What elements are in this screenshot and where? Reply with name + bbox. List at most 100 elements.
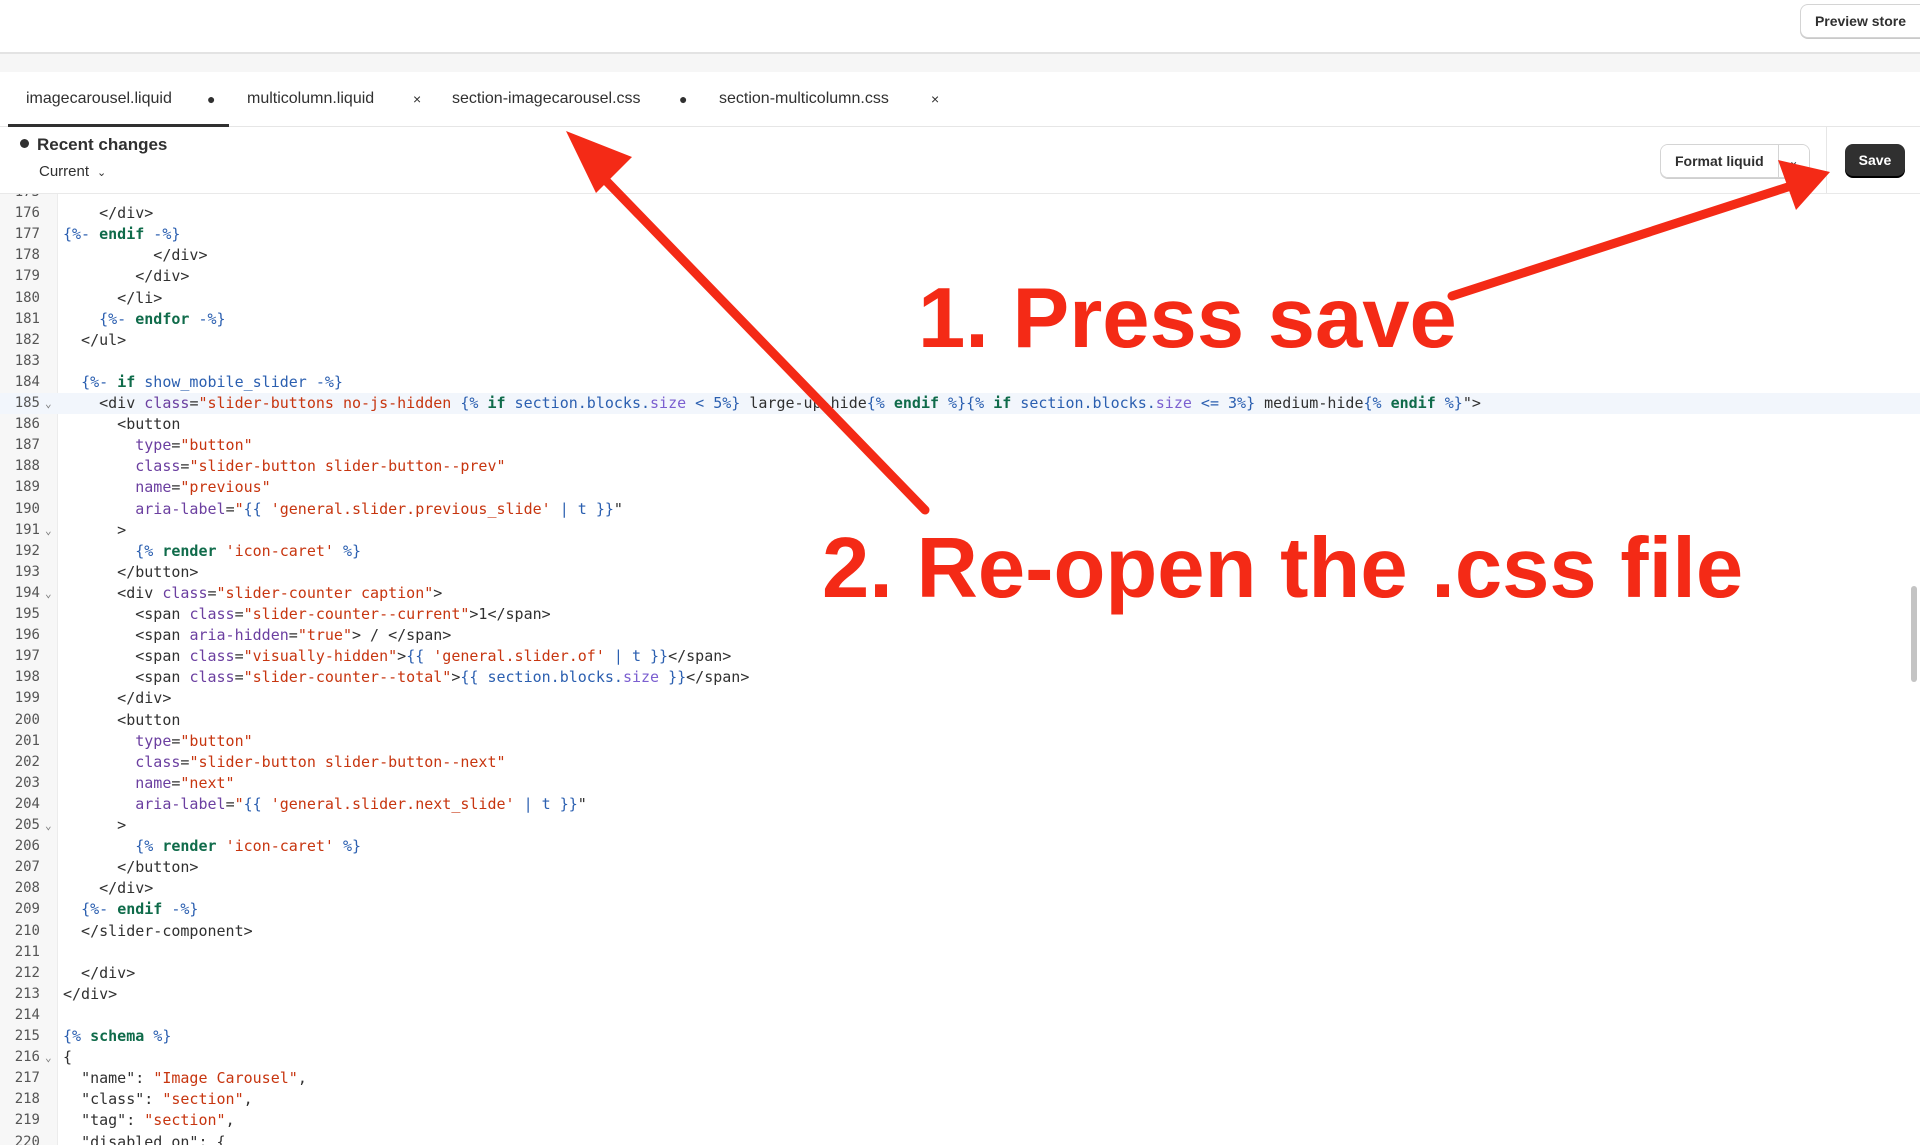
code-text: "tag": "section", xyxy=(81,1111,235,1130)
line-number: 192 xyxy=(14,542,40,559)
line-number: 219 xyxy=(14,1112,40,1129)
code-line: 204 aria-label="{{ 'general.slider.next_… xyxy=(0,794,1920,815)
line-number: 178 xyxy=(14,247,40,264)
code-text: aria-label="{{ 'general.slider.next_slid… xyxy=(135,794,587,813)
code-text: { xyxy=(63,1048,73,1067)
annotation-step-2: 2. Re-open the .css file xyxy=(822,521,1744,616)
line-number: 180 xyxy=(14,289,40,306)
tab-label: imagecarousel.liquid xyxy=(26,90,172,107)
format-liquid-button[interactable]: Format liquid xyxy=(1661,145,1778,177)
code-text: {%- endfor -%} xyxy=(99,309,226,328)
fold-chevron-icon[interactable]: ⌄ xyxy=(45,520,52,541)
line-number: 190 xyxy=(14,500,40,517)
line-number: 186 xyxy=(14,416,40,433)
save-button[interactable]: Save xyxy=(1845,144,1905,176)
toolbar-divider xyxy=(1826,127,1827,193)
code-text: class="slider-button slider-button--next… xyxy=(135,752,506,771)
code-text: type="button" xyxy=(135,436,253,455)
fold-chevron-icon[interactable]: ⌄ xyxy=(45,1047,52,1068)
recent-changes: Recent changes xyxy=(20,135,167,155)
line-number: 209 xyxy=(14,901,40,918)
tab-multicolumn-liquid[interactable]: multicolumn.liquid × xyxy=(229,72,429,126)
line-number: 177 xyxy=(14,226,40,243)
unsaved-dot-icon: ● xyxy=(207,91,216,107)
code-line: 177 {%- endif -%} xyxy=(0,224,1920,245)
line-number: 200 xyxy=(14,711,40,728)
close-tab-icon[interactable]: × xyxy=(931,91,939,107)
code-line: 213 </div> xyxy=(0,984,1920,1005)
code-text: {% schema %} xyxy=(63,1027,172,1045)
code-line: 200 <button xyxy=(0,710,1920,731)
code-text: name="next" xyxy=(135,773,235,792)
code-line: 211 xyxy=(0,942,1920,963)
tab-section-imagecarousel-css[interactable]: section-imagecarousel.css ● xyxy=(434,72,696,126)
code-text: <span class="slider-counter--current">1<… xyxy=(63,605,551,623)
code-line: 203 name="next" xyxy=(0,773,1920,794)
version-select-label: Current xyxy=(39,163,90,180)
code-line: 212 </div> xyxy=(0,963,1920,984)
line-number: 208 xyxy=(14,880,40,897)
code-text: </button> xyxy=(63,562,199,581)
unsaved-dot-icon: ● xyxy=(679,91,688,107)
preview-store-button[interactable]: Preview store xyxy=(1799,4,1920,38)
line-number: 181 xyxy=(14,310,40,327)
code-text: </div> xyxy=(63,984,118,1003)
code-line: 187 type="button" xyxy=(0,435,1920,456)
code-line: 206 {% render 'icon-caret' %} xyxy=(0,836,1920,857)
recent-changes-label: Recent changes xyxy=(37,135,168,154)
version-select[interactable]: Current ⌄ xyxy=(39,163,106,180)
code-line: 190 aria-label="{{ 'general.slider.previ… xyxy=(0,499,1920,520)
fold-chevron-icon[interactable]: ⌄ xyxy=(45,393,52,414)
fold-chevron-icon[interactable]: ⌄ xyxy=(45,583,52,604)
top-gap xyxy=(0,54,1920,72)
code-text: {% render 'icon-caret' %} xyxy=(135,837,362,856)
tab-imagecarousel-liquid[interactable]: imagecarousel.liquid ● xyxy=(8,72,229,127)
line-number: 196 xyxy=(14,627,40,644)
code-line: 215 {% schema %} xyxy=(0,1026,1920,1047)
line-number: 199 xyxy=(14,690,40,707)
line-number: 211 xyxy=(14,943,40,960)
format-menu-chevron-icon[interactable]: ⌄ xyxy=(1777,145,1809,177)
tab-label: section-multicolumn.css xyxy=(719,90,889,107)
code-text: <span class="slider-counter--total">{{ s… xyxy=(63,668,750,687)
code-line: 197 <span class="visually-hidden">{{ 'ge… xyxy=(0,646,1920,667)
code-line: 199 </div> xyxy=(0,688,1920,709)
code-line: 202 class="slider-button slider-button--… xyxy=(0,752,1920,773)
top-bar: Preview store xyxy=(0,0,1920,54)
line-number: 216 xyxy=(14,1049,40,1066)
line-number: 201 xyxy=(14,732,40,749)
code-text: </div> xyxy=(63,963,136,982)
code-text: "disabled_on": { xyxy=(81,1132,226,1145)
code-line: 186 <button xyxy=(0,414,1920,435)
close-tab-icon[interactable]: × xyxy=(413,91,421,107)
annotation-step-1: 1. Press save xyxy=(918,271,1457,366)
editor-toolbar: Recent changes Current ⌄ Format liquid ⌄ … xyxy=(0,127,1920,194)
code-line: 208 </div> xyxy=(0,878,1920,899)
code-line: 188 class="slider-button slider-button--… xyxy=(0,456,1920,477)
code-text: aria-label="{{ 'general.slider.previous_… xyxy=(135,499,623,518)
line-number: 187 xyxy=(14,437,40,454)
code-text: "class": "section", xyxy=(81,1090,253,1109)
code-line: 218 "class": "section", xyxy=(0,1089,1920,1110)
code-text: {%- endif -%} xyxy=(81,900,199,919)
line-number: 213 xyxy=(14,985,40,1002)
line-number: 198 xyxy=(14,669,40,686)
line-number: 212 xyxy=(14,964,40,981)
code-text: name="previous" xyxy=(135,478,271,497)
editor-scrollbar[interactable] xyxy=(1911,586,1917,682)
fold-chevron-icon[interactable]: ⌄ xyxy=(45,815,52,836)
line-number: 188 xyxy=(14,458,40,475)
code-line: 178 </div> xyxy=(0,245,1920,266)
code-text: <span aria-hidden="true"> / </span> xyxy=(63,626,452,645)
code-text: <button xyxy=(63,415,181,434)
code-text: </div> xyxy=(63,689,172,708)
tab-section-multicolumn-css[interactable]: section-multicolumn.css × xyxy=(701,72,941,126)
code-text: </slider-component> xyxy=(63,921,253,940)
line-number: 203 xyxy=(14,774,40,791)
code-text: </div> xyxy=(63,246,208,265)
line-number: 195 xyxy=(14,606,40,622)
code-text: {% render 'icon-caret' %} xyxy=(135,541,362,560)
code-line: 201 type="button" xyxy=(0,731,1920,752)
code-line: 207 </button> xyxy=(0,857,1920,878)
code-text: </button> xyxy=(63,858,199,877)
